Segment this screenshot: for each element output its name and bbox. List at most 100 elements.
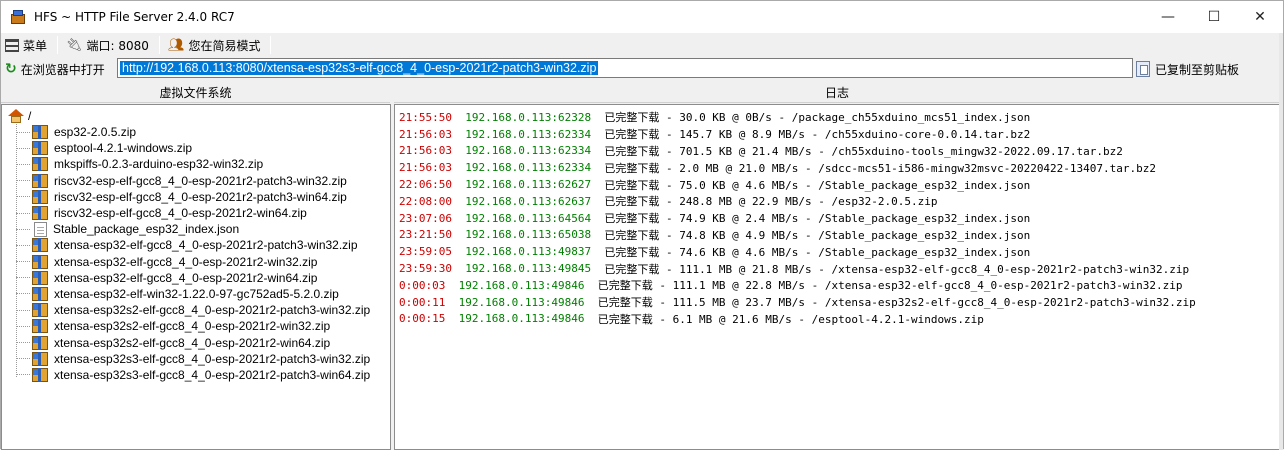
- log-time: 21:56:03: [399, 127, 452, 141]
- log-ip: 192.168.0.113:49846: [458, 295, 585, 309]
- log-ip: 192.168.0.113:62637: [465, 194, 592, 208]
- log-spacer: [452, 228, 465, 241]
- log-entry[interactable]: 21:56:03 192.168.0.113:62334 已完整下载 - 2.0…: [399, 159, 1196, 176]
- tree-file-item[interactable]: mkspiffs-0.2.3-arduino-esp32-win32.zip: [16, 156, 370, 172]
- tree-file-label: xtensa-esp32s3-elf-gcc8_4_0-esp-2021r2-p…: [54, 351, 371, 366]
- log-message: 已完整下载 - 111.5 MB @ 23.7 MB/s - /xtensa-e…: [597, 296, 1196, 310]
- tree-file-item[interactable]: xtensa-esp32s3-elf-gcc8_4_0-esp-2021r2-p…: [16, 367, 370, 383]
- log-spacer: [591, 245, 604, 258]
- log-spacer: [452, 195, 465, 208]
- copy-to-clipboard-button[interactable]: 已复制至剪贴板: [1136, 58, 1239, 80]
- zip-icon: [32, 270, 48, 285]
- toolbar-divider: [270, 36, 272, 54]
- tree-branch-line: [16, 309, 30, 311]
- tree-file-item[interactable]: xtensa-esp32-elf-gcc8_4_0-esp-2021r2-win…: [16, 254, 370, 270]
- log-entry[interactable]: 21:56:03 192.168.0.113:62334 已完整下载 - 145…: [399, 126, 1196, 143]
- log-ip: 192.168.0.113:62334: [465, 144, 592, 158]
- toolbar-divider: [158, 36, 160, 54]
- log-time: 23:59:30: [399, 262, 452, 276]
- log-spacer: [591, 212, 604, 225]
- window-edge-scrollbar: [1279, 33, 1283, 450]
- port-button[interactable]: 🔌︎ 端口: 8080: [62, 34, 155, 56]
- log-spacer: [591, 161, 604, 174]
- tree-file-item[interactable]: Stable_package_esp32_index.json: [16, 221, 370, 237]
- log-ip: 192.168.0.113:65038: [465, 228, 592, 242]
- port-label: 端口: 8080: [86, 38, 149, 53]
- log-message: 已完整下载 - 75.0 KB @ 4.6 MB/s - /Stable_pac…: [604, 178, 1031, 192]
- virtual-file-system-tree[interactable]: / esp32-2.0.5.zip esptool-4.2.1-windows.z…: [1, 104, 391, 450]
- tree-file-item[interactable]: xtensa-esp32s2-elf-gcc8_4_0-esp-2021r2-p…: [16, 302, 370, 318]
- tree-file-item[interactable]: xtensa-esp32s2-elf-gcc8_4_0-esp-2021r2-w…: [16, 318, 370, 334]
- log-message: 已完整下载 - 74.8 KB @ 4.9 MB/s - /Stable_pac…: [604, 228, 1031, 242]
- log-entry[interactable]: 0:00:15 192.168.0.113:49846 已完整下载 - 6.1 …: [399, 311, 1196, 328]
- log-time: 0:00:11: [399, 295, 446, 309]
- log-time: 21:55:50: [399, 110, 452, 124]
- log-message: 已完整下载 - 145.7 KB @ 8.9 MB/s - /ch55xduin…: [604, 128, 1031, 142]
- log-entry[interactable]: 23:59:30 192.168.0.113:49845 已完整下载 - 111…: [399, 260, 1196, 277]
- log-entry[interactable]: 0:00:11 192.168.0.113:49846 已完整下载 - 111.…: [399, 294, 1196, 311]
- log-ip: 192.168.0.113:49846: [458, 278, 585, 292]
- menu-icon: [5, 38, 19, 52]
- log-entry[interactable]: 22:08:00 192.168.0.113:62637 已完整下载 - 248…: [399, 193, 1196, 210]
- tree-file-label: esptool-4.2.1-windows.zip: [54, 141, 193, 156]
- log-message: 已完整下载 - 2.0 MB @ 21.0 MB/s - /sdcc-mcs51…: [604, 161, 1157, 175]
- tree-file-item[interactable]: xtensa-esp32-elf-gcc8_4_0-esp-2021r2-pat…: [16, 237, 370, 253]
- log-entry[interactable]: 23:59:05 192.168.0.113:49837 已完整下载 - 74.…: [399, 243, 1196, 260]
- log-panel-title: 日志: [394, 82, 1280, 103]
- log-spacer: [452, 144, 465, 157]
- log-panel[interactable]: 21:55:50 192.168.0.113:62328 已完整下载 - 30.…: [394, 104, 1280, 450]
- tree-root-item[interactable]: /: [8, 107, 31, 124]
- toolbar-divider: [57, 36, 59, 54]
- log-entry[interactable]: 21:56:03 192.168.0.113:62334 已完整下载 - 701…: [399, 143, 1196, 160]
- hfs-app-icon: [10, 9, 26, 25]
- log-entry[interactable]: 22:06:50 192.168.0.113:62627 已完整下载 - 75.…: [399, 176, 1196, 193]
- log-spacer: [591, 228, 604, 241]
- log-ip: 192.168.0.113:62627: [465, 178, 592, 192]
- tree-file-item[interactable]: xtensa-esp32s2-elf-gcc8_4_0-esp-2021r2-w…: [16, 334, 370, 350]
- tree-file-item[interactable]: xtensa-esp32-elf-gcc8_4_0-esp-2021r2-win…: [16, 270, 370, 286]
- log-entry[interactable]: 23:21:50 192.168.0.113:65038 已完整下载 - 74.…: [399, 227, 1196, 244]
- hfs-window: HFS ~ HTTP File Server 2.4.0 RC7 — ☐ ✕ 菜…: [0, 0, 1284, 450]
- log-entry[interactable]: 0:00:03 192.168.0.113:49846 已完整下载 - 111.…: [399, 277, 1196, 294]
- tree-file-label: riscv32-esp-elf-gcc8_4_0-esp-2021r2-patc…: [54, 173, 347, 188]
- log-spacer: [584, 279, 597, 292]
- log-ip: 192.168.0.113:49845: [465, 262, 592, 276]
- main-toolbar: 菜单 🔌︎ 端口: 8080 👥︎ 您在简易模式: [1, 33, 1283, 57]
- tree-file-item[interactable]: xtensa-esp32-elf-win32-1.22.0-97-gc752ad…: [16, 286, 370, 302]
- log-time: 23:07:06: [399, 211, 452, 225]
- mode-button[interactable]: 👥︎ 您在简易模式: [164, 34, 267, 56]
- tree-branch-line: [16, 293, 30, 295]
- log-spacer: [591, 195, 604, 208]
- url-text: http://192.168.0.113:8080/xtensa-esp32s3…: [120, 61, 599, 75]
- tree-file-label: xtensa-esp32-elf-gcc8_4_0-esp-2021r2-pat…: [54, 238, 358, 253]
- tree-file-item[interactable]: riscv32-esp-elf-gcc8_4_0-esp-2021r2-patc…: [16, 173, 370, 189]
- tree-file-item[interactable]: riscv32-esp-elf-gcc8_4_0-esp-2021r2-patc…: [16, 189, 370, 205]
- close-button[interactable]: ✕: [1237, 1, 1283, 33]
- tree-file-label: mkspiffs-0.2.3-arduino-esp32-win32.zip: [54, 157, 264, 172]
- tree-file-item[interactable]: riscv32-esp-elf-gcc8_4_0-esp-2021r2-win6…: [16, 205, 370, 221]
- menu-button[interactable]: 菜单: [1, 34, 53, 56]
- tree-file-label: riscv32-esp-elf-gcc8_4_0-esp-2021r2-patc…: [54, 189, 347, 204]
- open-in-browser-button[interactable]: ↻ 在浏览器中打开: [1, 58, 111, 80]
- log-message: 已完整下载 - 701.5 KB @ 21.4 MB/s - /ch55xdui…: [604, 144, 1123, 158]
- log-time: 23:59:05: [399, 245, 452, 259]
- tree-file-label: esp32-2.0.5.zip: [54, 125, 137, 140]
- url-field[interactable]: http://192.168.0.113:8080/xtensa-esp32s3…: [117, 58, 1133, 78]
- log-spacer: [591, 178, 604, 191]
- tree-file-label: xtensa-esp32-elf-win32-1.22.0-97-gc752ad…: [54, 286, 339, 301]
- zip-icon: [32, 254, 48, 269]
- tree-branch-line: [16, 163, 30, 165]
- tree-file-item[interactable]: esp32-2.0.5.zip: [16, 124, 370, 140]
- tree-file-item[interactable]: xtensa-esp32s3-elf-gcc8_4_0-esp-2021r2-p…: [16, 351, 370, 367]
- log-entry[interactable]: 21:55:50 192.168.0.113:62328 已完整下载 - 30.…: [399, 109, 1196, 126]
- log-entry[interactable]: 23:07:06 192.168.0.113:64564 已完整下载 - 74.…: [399, 210, 1196, 227]
- log-message: 已完整下载 - 248.8 MB @ 22.9 MB/s - /esp32-2.…: [604, 195, 938, 209]
- zip-icon: [32, 189, 48, 204]
- log-spacer: [591, 128, 604, 141]
- refresh-arrow-icon: ↻: [5, 61, 17, 77]
- minimize-button[interactable]: —: [1145, 1, 1191, 33]
- maximize-button[interactable]: ☐: [1191, 1, 1237, 33]
- log-time: 0:00:15: [399, 312, 446, 326]
- log-ip: 192.168.0.113:62334: [465, 127, 592, 141]
- tree-file-item[interactable]: esptool-4.2.1-windows.zip: [16, 140, 370, 156]
